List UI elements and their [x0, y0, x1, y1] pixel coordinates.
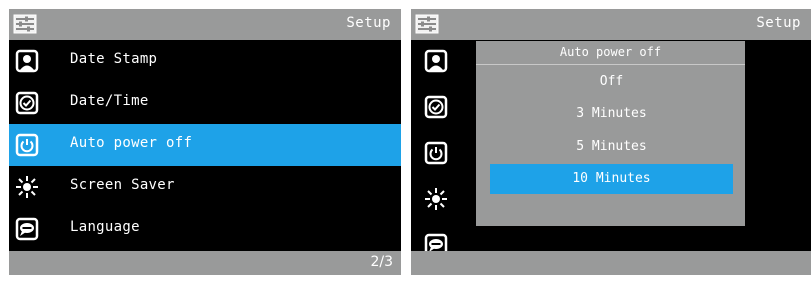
- option-off[interactable]: Off: [490, 67, 733, 97]
- footer-bar: 2/3: [9, 251, 401, 275]
- abc-bubble-icon: [15, 217, 39, 241]
- settings-sliders-icon[interactable]: [415, 12, 439, 36]
- menu-item-label: Date/Time: [70, 93, 149, 109]
- footer-bar: [411, 251, 811, 275]
- menu-icon-column: [424, 40, 454, 270]
- sun-icon[interactable]: [424, 187, 448, 211]
- dialog-title-bar: Auto power off: [476, 41, 745, 65]
- menu-item-label: Date Stamp: [70, 51, 158, 67]
- option-10-minutes[interactable]: 10 Minutes: [490, 164, 733, 194]
- clock-check-icon[interactable]: [424, 95, 448, 119]
- setup-menu: Date Stamp Date/Time Auto power off Scre…: [9, 40, 401, 250]
- menu-item-screen-saver[interactable]: Screen Saver: [9, 166, 401, 208]
- option-3-minutes[interactable]: 3 Minutes: [490, 99, 733, 129]
- header-bar: Setup: [411, 9, 811, 40]
- header-title: Setup: [756, 15, 801, 31]
- portrait-icon: [15, 49, 39, 73]
- header-bar: Setup: [9, 9, 401, 40]
- dialog-title: Auto power off: [559, 45, 662, 59]
- sun-icon: [15, 175, 39, 199]
- setup-menu-screen: Setup Date Stamp Date/Time Auto power of…: [9, 9, 401, 275]
- clock-check-icon: [15, 91, 39, 115]
- portrait-icon[interactable]: [424, 49, 448, 73]
- settings-sliders-icon[interactable]: [13, 12, 37, 36]
- header-title: Setup: [346, 15, 391, 31]
- option-5-minutes[interactable]: 5 Minutes: [490, 132, 733, 162]
- menu-item-label: Auto power off: [70, 135, 193, 151]
- auto-power-off-screen: Setup Auto power off Off 3 Minutes 5 Min…: [411, 9, 811, 275]
- auto-power-off-dialog: Auto power off Off 3 Minutes 5 Minutes 1…: [476, 41, 745, 226]
- page-indicator: 2/3: [370, 254, 393, 270]
- menu-item-label: Language: [70, 219, 140, 235]
- menu-item-date-time[interactable]: Date/Time: [9, 82, 401, 124]
- menu-item-date-stamp[interactable]: Date Stamp: [9, 40, 401, 82]
- menu-item-label: Screen Saver: [70, 177, 175, 193]
- menu-item-auto-power-off[interactable]: Auto power off: [9, 124, 401, 166]
- power-icon: [15, 133, 39, 157]
- power-icon[interactable]: [424, 141, 448, 165]
- menu-item-language[interactable]: Language: [9, 208, 401, 250]
